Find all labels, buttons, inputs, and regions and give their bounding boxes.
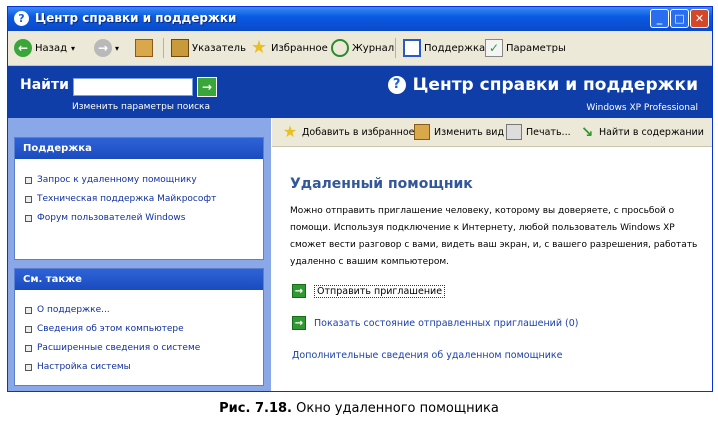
search-band: Найти → Изменить параметры поиска ? Цент… — [8, 66, 712, 118]
show-invitation-status-label: Показать состояние отправленных приглаше… — [314, 317, 579, 329]
options-checklist-icon: ✓ — [485, 39, 503, 57]
find-in-contents-button[interactable]: ↘ Найти в содержании — [579, 123, 704, 141]
see-also-item-about[interactable]: О поддержке... — [25, 305, 110, 315]
more-info-link[interactable]: Дополнительные сведения об удаленном пом… — [292, 350, 563, 361]
content-pane: ★ Добавить в избранное Изменить вид Печа… — [272, 118, 712, 391]
change-view-button[interactable]: Изменить вид — [414, 123, 504, 141]
add-to-favorites-label: Добавить в избранное — [302, 126, 415, 138]
bullet-icon — [25, 306, 32, 314]
find-in-contents-label: Найти в содержании — [599, 126, 704, 138]
toolbar-separator — [395, 38, 396, 58]
see-also-item-label: О поддержке... — [37, 305, 110, 315]
support-box-header: Поддержка — [15, 138, 263, 159]
send-invitation-link[interactable]: → Отправить приглашение — [292, 284, 446, 298]
support-item-microsoft-support[interactable]: Техническая поддержка Майкрософт — [25, 194, 216, 204]
bullet-icon — [25, 344, 32, 352]
bullet-icon — [25, 214, 32, 222]
home-button[interactable] — [135, 37, 156, 59]
index-label: Указатель — [192, 42, 246, 54]
forward-dropdown-icon[interactable]: ▾ — [115, 44, 119, 53]
support-item-label: Форум пользователей Windows — [37, 213, 186, 223]
see-also-item-advanced-info[interactable]: Расширенные сведения о системе — [25, 343, 200, 353]
window-title: Центр справки и поддержки — [35, 11, 237, 25]
history-clock-icon — [331, 39, 349, 57]
search-go-button[interactable]: → — [197, 77, 217, 97]
history-button[interactable]: Журнал — [331, 37, 394, 59]
help-app-icon: ? — [14, 11, 29, 26]
bullet-icon — [25, 195, 32, 203]
search-options-link[interactable]: Изменить параметры поиска — [72, 102, 210, 112]
printer-icon — [506, 124, 522, 140]
see-also-item-label: Расширенные сведения о системе — [37, 343, 201, 353]
help-center-window: ? Центр справки и поддержки _ □ ✕ ← Наза… — [7, 6, 713, 392]
support-button[interactable]: Поддержка — [403, 37, 485, 59]
back-button[interactable]: ← Назад ▾ — [14, 37, 75, 59]
send-invitation-label: Отправить приглашение — [314, 284, 446, 298]
support-item-forum[interactable]: Форум пользователей Windows — [25, 213, 185, 223]
favorites-button[interactable]: ★ Избранное — [250, 37, 328, 59]
help-center-brand: ? Центр справки и поддержки — [387, 75, 698, 95]
star-add-icon: ★ — [282, 122, 298, 141]
see-also-item-label: Сведения об этом компьютере — [37, 324, 184, 334]
green-arrow-icon: → — [292, 316, 306, 330]
toolbar-separator — [163, 38, 164, 58]
bullet-icon — [25, 325, 32, 333]
see-also-item-computer-info[interactable]: Сведения об этом компьютере — [25, 324, 184, 334]
history-label: Журнал — [352, 42, 395, 54]
print-label: Печать... — [526, 126, 571, 138]
bullet-icon — [25, 176, 32, 184]
find-arrow-icon: ↘ — [580, 123, 594, 141]
forward-arrow-icon: → — [94, 39, 112, 57]
add-to-favorites-button[interactable]: ★ Добавить в избранное — [282, 122, 415, 141]
search-input[interactable] — [73, 78, 193, 96]
support-item-remote-assistance[interactable]: Запрос к удаленному помощнику — [25, 175, 197, 185]
change-view-icon — [414, 124, 430, 140]
see-also-item-label: Настройка системы — [37, 362, 131, 372]
figure-caption: Рис. 7.18. Окно удаленного помощника — [0, 401, 718, 416]
support-label: Поддержка — [424, 42, 486, 54]
page-title: Удаленный помощник — [290, 176, 473, 192]
favorites-label: Избранное — [271, 42, 328, 54]
help-question-icon: ? — [387, 76, 406, 94]
book-icon — [171, 39, 189, 57]
brand-title: Центр справки и поддержки — [412, 75, 698, 95]
figure-caption-text: Окно удаленного помощника — [296, 401, 499, 416]
left-panel: Поддержка Запрос к удаленному помощнику … — [8, 118, 271, 391]
back-label: Назад — [35, 42, 68, 54]
description-paragraph: Можно отправить приглашение человеку, ко… — [290, 206, 698, 267]
close-button[interactable]: ✕ — [690, 9, 709, 28]
change-view-label: Изменить вид — [434, 126, 505, 138]
os-edition: Windows XP Professional — [586, 103, 698, 113]
star-icon: ★ — [250, 37, 268, 58]
see-also-box: См. также О поддержке... Сведения об это… — [14, 268, 264, 386]
navigation-toolbar: ← Назад ▾ → ▾ Указатель ★ Избранное Журн… — [8, 31, 712, 66]
maximize-button[interactable]: □ — [670, 9, 689, 28]
options-label: Параметры — [506, 42, 566, 54]
print-button[interactable]: Печать... — [506, 123, 571, 141]
index-button[interactable]: Указатель — [171, 37, 246, 59]
support-item-label: Запрос к удаленному помощнику — [37, 175, 197, 185]
search-label: Найти — [20, 77, 69, 93]
figure-number: Рис. 7.18. — [219, 401, 292, 416]
content-toolbar: ★ Добавить в избранное Изменить вид Печа… — [272, 118, 712, 147]
title-bar[interactable]: ? Центр справки и поддержки _ □ ✕ — [8, 7, 712, 31]
forward-button[interactable]: → ▾ — [94, 37, 119, 59]
options-button[interactable]: ✓ Параметры — [485, 37, 566, 59]
support-box: Поддержка Запрос к удаленному помощнику … — [14, 137, 264, 260]
support-item-label: Техническая поддержка Майкрософт — [37, 194, 217, 204]
back-arrow-icon: ← — [14, 39, 32, 57]
bullet-icon — [25, 363, 32, 371]
green-arrow-icon: → — [292, 284, 306, 298]
minimize-button[interactable]: _ — [650, 9, 669, 28]
show-invitation-status-link[interactable]: → Показать состояние отправленных пригла… — [292, 316, 578, 330]
support-icon — [403, 39, 421, 57]
see-also-box-header: См. также — [15, 269, 263, 290]
back-dropdown-icon[interactable]: ▾ — [71, 44, 75, 53]
see-also-item-system-config[interactable]: Настройка системы — [25, 362, 131, 372]
home-icon — [135, 39, 153, 57]
